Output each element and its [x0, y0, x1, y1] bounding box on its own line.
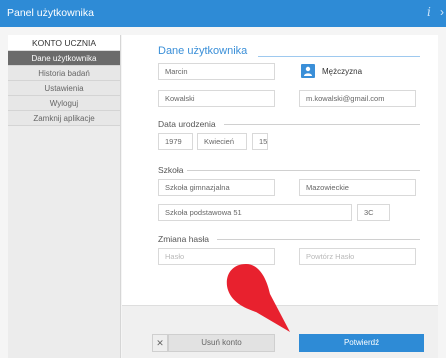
sidebar-item-historia-badan[interactable]: Historia badań: [8, 66, 120, 81]
title-bar: Panel użytkownika i ›: [0, 0, 446, 27]
window-title: Panel użytkownika: [7, 7, 94, 19]
email-field[interactable]: m.kowalski@gmail.com: [299, 90, 416, 107]
first-name-field[interactable]: Marcin: [158, 63, 275, 80]
region-field[interactable]: Mazowieckie: [299, 179, 416, 196]
school-divider: [187, 170, 420, 171]
birth-date-label: Data urodzenia: [158, 119, 216, 129]
birth-year-field[interactable]: 1979: [158, 133, 193, 150]
birth-date-divider: [224, 124, 420, 125]
last-name-field[interactable]: Kowalski: [158, 90, 275, 107]
info-icon[interactable]: i: [427, 5, 431, 19]
school-type-field[interactable]: Szkoła gimnazjalna: [158, 179, 275, 196]
sidebar-item-dane-uzytkownika[interactable]: Dane użytkownika: [8, 51, 120, 66]
chevron-right-icon[interactable]: ›: [440, 5, 444, 19]
sidebar: KONTO UCZNIA Dane użytkownika Historia b…: [8, 35, 121, 358]
sidebar-item-wyloguj[interactable]: Wyloguj: [8, 96, 120, 111]
password-divider: [217, 239, 420, 240]
school-label: Szkoła: [158, 165, 184, 175]
delete-account-button[interactable]: Usuń konto: [168, 334, 275, 352]
password-label: Zmiana hasła: [158, 234, 210, 244]
confirm-button[interactable]: Potwierdź: [299, 334, 424, 352]
section-title: Dane użytkownika: [158, 45, 248, 57]
birth-month-field[interactable]: Kwiecień: [197, 133, 247, 150]
class-field[interactable]: 3C: [357, 204, 390, 221]
birth-day-field[interactable]: 15: [252, 133, 268, 150]
gender-label: Mężczyzna: [322, 67, 363, 76]
school-name-field[interactable]: Szkoła podstawowa 51: [158, 204, 352, 221]
repeat-password-field[interactable]: Powtórz Hasło: [299, 248, 416, 265]
sidebar-item-ustawienia[interactable]: Ustawienia: [8, 81, 120, 96]
person-icon[interactable]: [301, 64, 315, 78]
sidebar-header: KONTO UCZNIA: [8, 35, 120, 51]
pointer-marker-icon: [226, 264, 290, 332]
sidebar-item-zamknij-aplikacje[interactable]: Zamknij aplikacje: [8, 111, 120, 126]
close-icon[interactable]: ✕: [152, 334, 168, 352]
section-divider: [258, 56, 420, 57]
